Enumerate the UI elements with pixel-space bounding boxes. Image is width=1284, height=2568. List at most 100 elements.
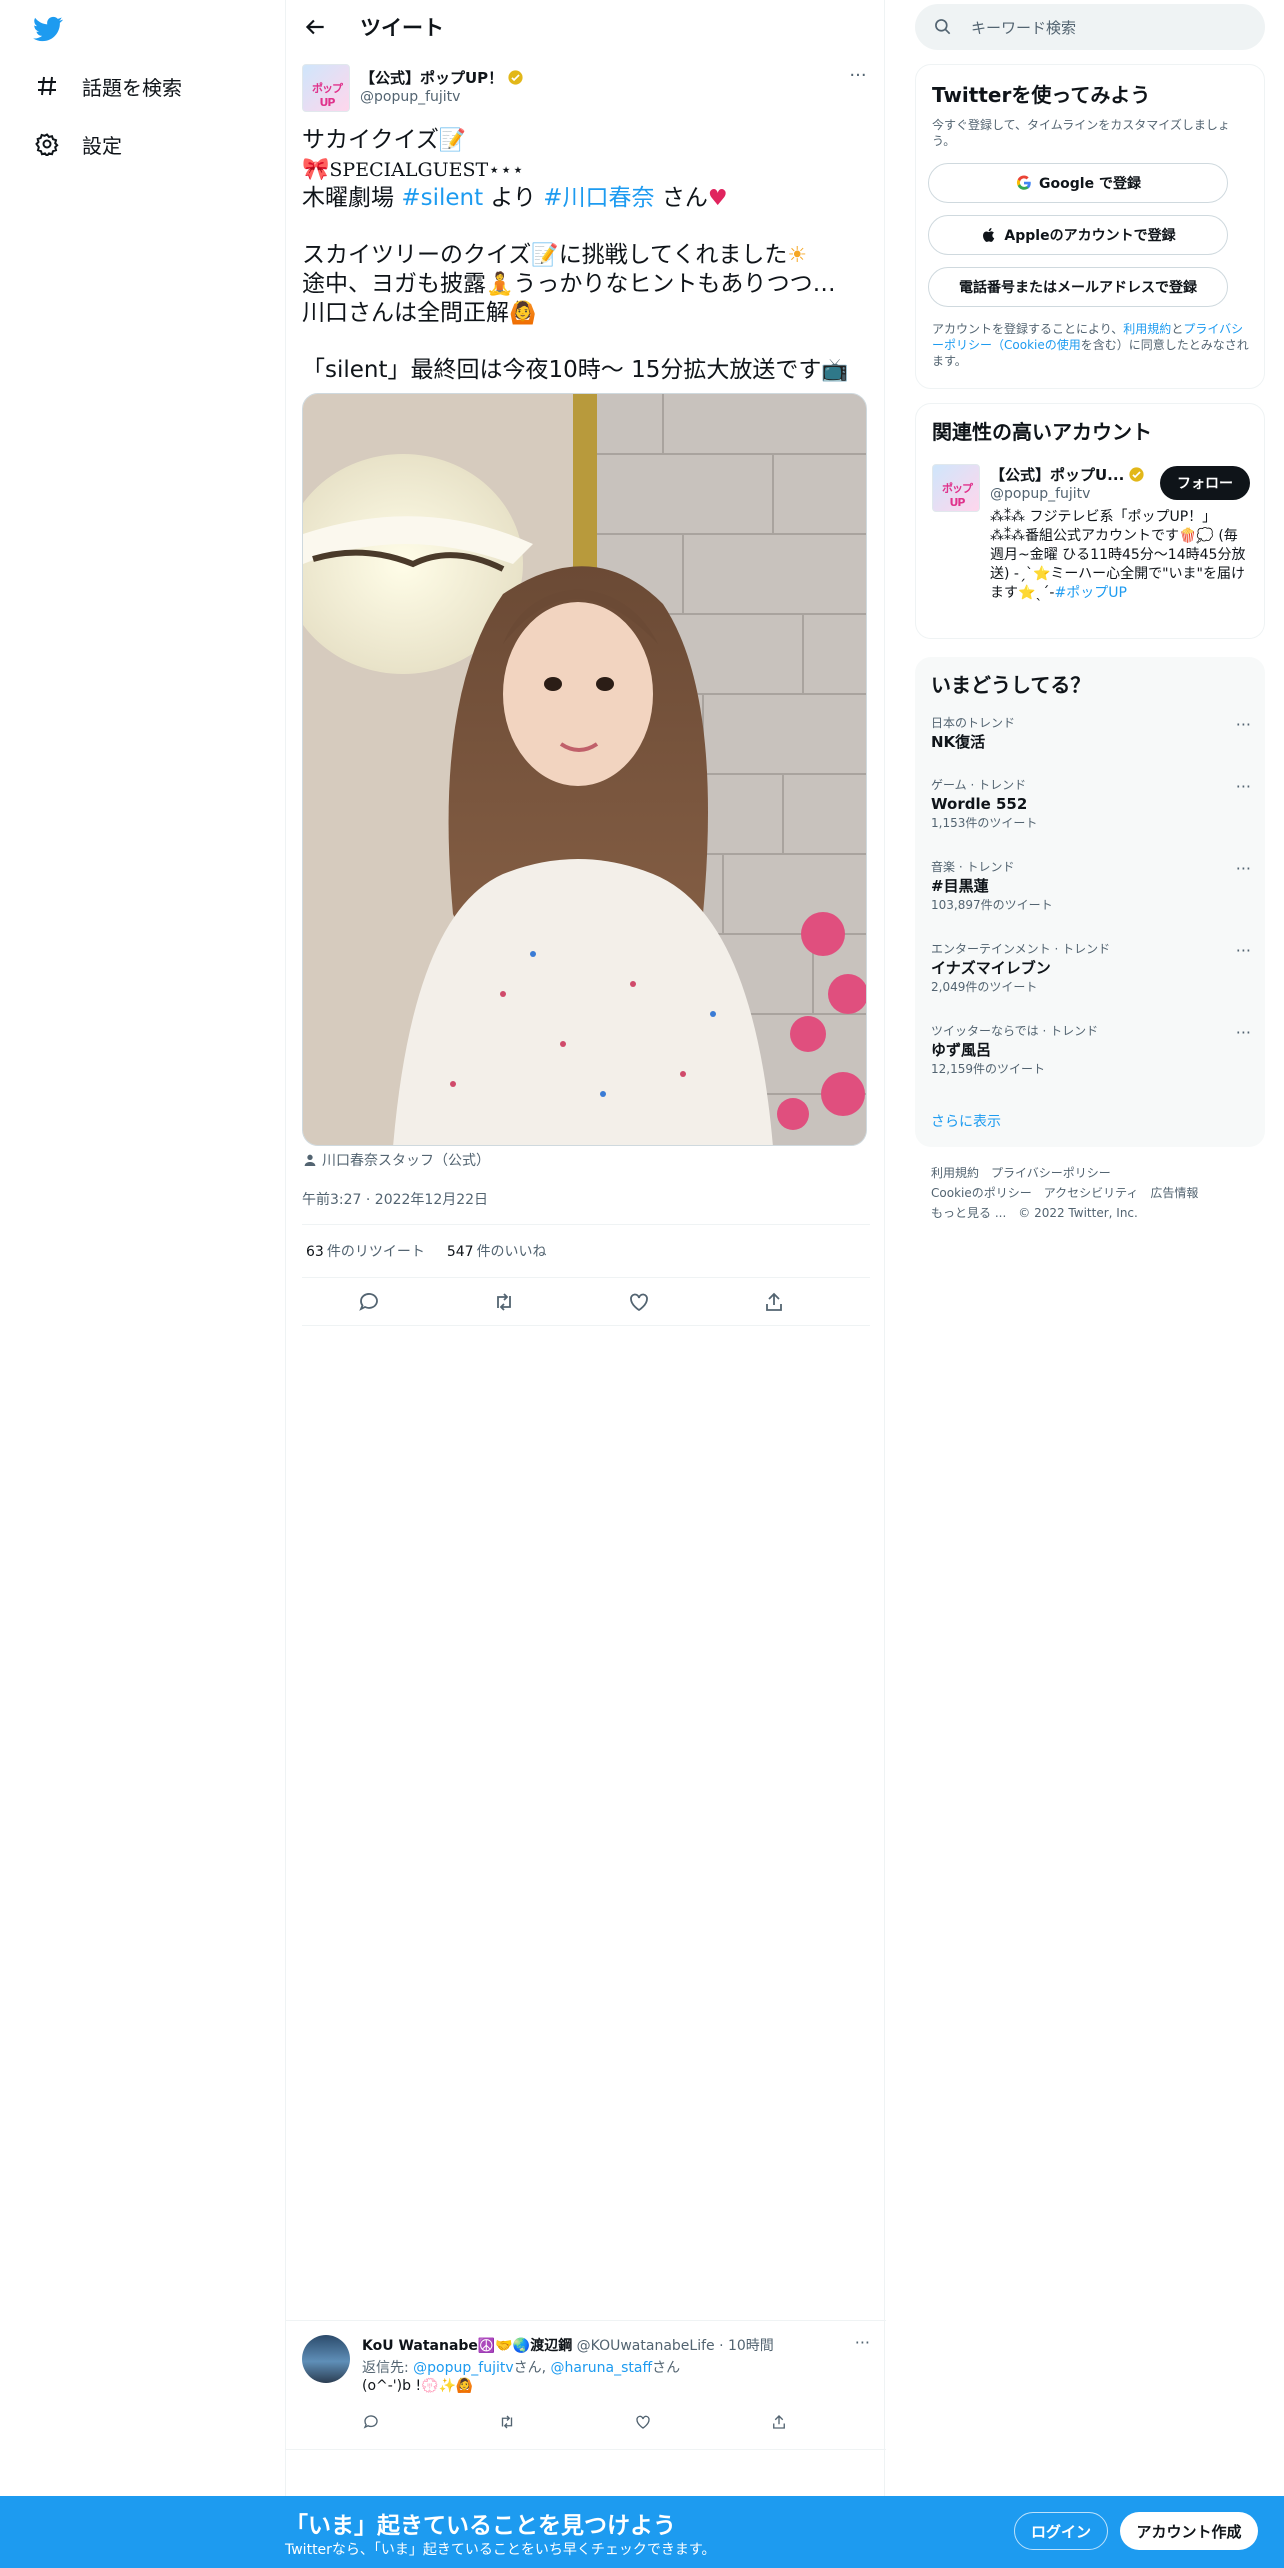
signup-title: Twitterを使ってみよう [932, 83, 1151, 107]
page-title: ツイート [360, 16, 444, 40]
signup-subtitle: 今すぐ登録して、タイムラインをカスタマイズしましょう。 [932, 118, 1230, 148]
footer-links: 利用規約 プライバシーポリシー Cookieのポリシー アクセシビリティ 広告情報 も… [931, 1163, 1261, 1223]
verified-badge-icon [1129, 467, 1144, 482]
reply-author-handle: @KOUwatanabeLife · 10時間 [576, 2338, 774, 2354]
nav-settings-label: 設定 [82, 133, 122, 158]
photo-image [303, 394, 866, 1145]
create-account-button[interactable]: アカウント作成 [1120, 2512, 1258, 2550]
trend-item[interactable]: 音楽 · トレンド #目黒蓮 103,897件のツイート ··· [931, 859, 1251, 913]
trend-item[interactable]: エンターテインメント · トレンド イナズマイレブン 2,049件のツイート ·… [931, 941, 1251, 995]
phone-email-signup-button[interactable]: 電話番号またはメールアドレスで登録 [928, 267, 1228, 307]
footer-terms[interactable]: 利用規約 [931, 1166, 979, 1180]
share-icon[interactable] [762, 1290, 786, 1314]
trend-more-icon[interactable]: ··· [1236, 859, 1251, 878]
trend-meta: ツイッターならでは · トレンド [931, 1024, 1099, 1038]
trend-item[interactable]: ゲーム · トレンド Wordle 552 1,153件のツイート ··· [931, 777, 1251, 831]
nav-explore[interactable]: 話題を検索 [34, 66, 182, 106]
terms-link[interactable]: 利用規約 [1123, 322, 1171, 336]
author-handle[interactable]: @popup_fujitv [360, 89, 460, 105]
tweet-line-7: 「silent」最終回は今夜10時～ 15分拡大放送です [302, 357, 822, 383]
reply-to-user1[interactable]: @popup_fujitv [413, 2360, 513, 2376]
reply-share-icon[interactable] [770, 2413, 788, 2431]
trend-count: 1,153件のツイート [931, 816, 1038, 830]
show-more-link[interactable]: さらに表示 [931, 1111, 1001, 1131]
footer-more[interactable]: もっと見る ... [931, 1206, 1006, 1220]
reply-avatar[interactable] [302, 2335, 350, 2383]
hashtag-kawaguchi-link[interactable]: #川口春奈 [543, 185, 654, 211]
tweet-line-3-post: さん [654, 185, 708, 211]
avatar[interactable]: ポップUP [302, 64, 350, 112]
footer-privacy[interactable]: プライバシーポリシー [991, 1166, 1111, 1180]
google-signup-button[interactable]: Google で登録 [928, 163, 1228, 203]
tweet-text: サカイクイズ📝 🎀SPECIALGUEST⋆⋆⋆ 木曜劇場 #silent より… [302, 126, 870, 385]
tweet-line-5b: うっかりなヒントもありつつ… [513, 271, 836, 297]
person-yoga-icon: 🧘 [486, 272, 514, 297]
search-input[interactable]: キーワード検索 [971, 17, 1076, 38]
relevant-avatar[interactable]: ポップUP [932, 464, 980, 512]
terms-pre: アカウントを登録することにより、 [932, 322, 1124, 336]
likes-stat[interactable]: 547 件のいいね [443, 1241, 547, 1261]
retweet-icon[interactable] [492, 1290, 516, 1314]
trend-name: イナズマイレブン [931, 959, 1051, 977]
trend-count: 2,049件のツイート [931, 980, 1038, 994]
trend-count: 12,159件のツイート [931, 1062, 1045, 1076]
memo-icon: 📝 [438, 128, 467, 153]
footer-ads[interactable]: 広告情報 [1150, 1186, 1198, 1200]
trends-card: いまどうしてる？ 日本のトレンド NK復活 ··· ゲーム · トレンド Wor… [915, 657, 1265, 1147]
relevant-name[interactable]: 【公式】ポップU... [990, 464, 1145, 485]
phone-signup-label: 電話番号またはメールアドレスで登録 [959, 280, 1197, 296]
retweets-count: 63 [306, 1244, 324, 1260]
more-options-icon[interactable]: ··· [846, 67, 870, 88]
tweet-timestamp[interactable]: 午前3:27 · 2022年12月22日 [302, 1189, 488, 1209]
login-button[interactable]: ログイン [1014, 2512, 1108, 2550]
trend-meta: ゲーム · トレンド [931, 778, 1027, 792]
tweet-photo[interactable] [302, 393, 867, 1146]
reply-author-name: KoU Watanabe☮️🤝🌏渡辺鋼 [362, 2338, 573, 2354]
avatar-text: ポップUP [312, 82, 343, 109]
reply-author[interactable]: KoU Watanabe☮️🤝🌏渡辺鋼 @KOUwatanabeLife · 1… [362, 2335, 774, 2355]
reply-tweet[interactable]: KoU Watanabe☮️🤝🌏渡辺鋼 @KOUwatanabeLife · 1… [286, 2320, 886, 2450]
follow-button[interactable]: フォロー [1160, 466, 1250, 500]
sun-icon: ☀ [787, 243, 808, 268]
trend-more-icon[interactable]: ··· [1236, 715, 1251, 734]
trend-name: ゆず風呂 [931, 1041, 992, 1059]
footer-cookie[interactable]: Cookieのポリシー [931, 1186, 1032, 1200]
relevant-name-text: 【公式】ポップU... [990, 466, 1125, 484]
reply-like-icon[interactable] [634, 2413, 652, 2431]
reply-reply-icon[interactable] [362, 2413, 380, 2431]
author-name[interactable]: 【公式】ポップUP！ [360, 67, 524, 88]
trend-more-icon[interactable]: ··· [1236, 777, 1251, 796]
twitter-logo-icon[interactable] [30, 14, 66, 44]
relevant-bio-hashtag[interactable]: #ポップUP [1054, 585, 1126, 601]
google-signup-label: Google で登録 [1039, 176, 1141, 192]
hashtag-silent-link[interactable]: #silent [401, 185, 483, 211]
search-bar[interactable]: キーワード検索 [915, 4, 1265, 50]
reply-icon[interactable] [357, 1290, 381, 1314]
media-credit[interactable]: 川口春奈スタッフ（公式） [302, 1150, 490, 1170]
author-name-text: 【公式】ポップUP！ [360, 69, 504, 87]
tweet-line-4b: に挑戦してくれました [558, 242, 788, 268]
header: ツイート [286, 0, 886, 54]
heart-emoji-icon: ♥ [707, 186, 728, 211]
tweet-line-6: 川口さんは全問正解 [302, 300, 509, 326]
relevant-avatar-text: ポップUP [942, 482, 973, 509]
back-arrow-icon[interactable] [302, 14, 328, 40]
apple-signup-button[interactable]: Appleのアカウントで登録 [928, 215, 1228, 255]
reply-to-sep: さん, [513, 2360, 551, 2376]
trend-meta: 音楽 · トレンド [931, 860, 1015, 874]
like-icon[interactable] [627, 1290, 651, 1314]
relevant-handle[interactable]: @popup_fujitv [990, 486, 1090, 502]
reply-to-suffix: さん [652, 2360, 681, 2376]
trend-item[interactable]: ツイッターならでは · トレンド ゆず風呂 12,159件のツイート ··· [931, 1023, 1251, 1077]
reply-to-user2[interactable]: @haruna_staff [551, 2360, 653, 2376]
bottom-signup-bar: 「いま」起きていることを見つけよう Twitterなら、「いま」起きていることを… [0, 2496, 1284, 2568]
nav-settings[interactable]: 設定 [34, 124, 122, 164]
trend-more-icon[interactable]: ··· [1236, 941, 1251, 960]
retweets-stat[interactable]: 63 件のリツイート [302, 1241, 425, 1261]
relevant-bio: ⁂⁑⁂ フジテレビ系「ポップUP！」⁂⁑⁂番組公式アカウントです🍿💭 (毎週月~… [990, 508, 1250, 603]
reply-retweet-icon[interactable] [498, 2413, 516, 2431]
footer-accessibility[interactable]: アクセシビリティ [1044, 1186, 1139, 1200]
reply-more-icon[interactable]: ··· [855, 2333, 870, 2352]
trend-item[interactable]: 日本のトレンド NK復活 ··· [931, 715, 1251, 753]
trend-more-icon[interactable]: ··· [1236, 1023, 1251, 1042]
